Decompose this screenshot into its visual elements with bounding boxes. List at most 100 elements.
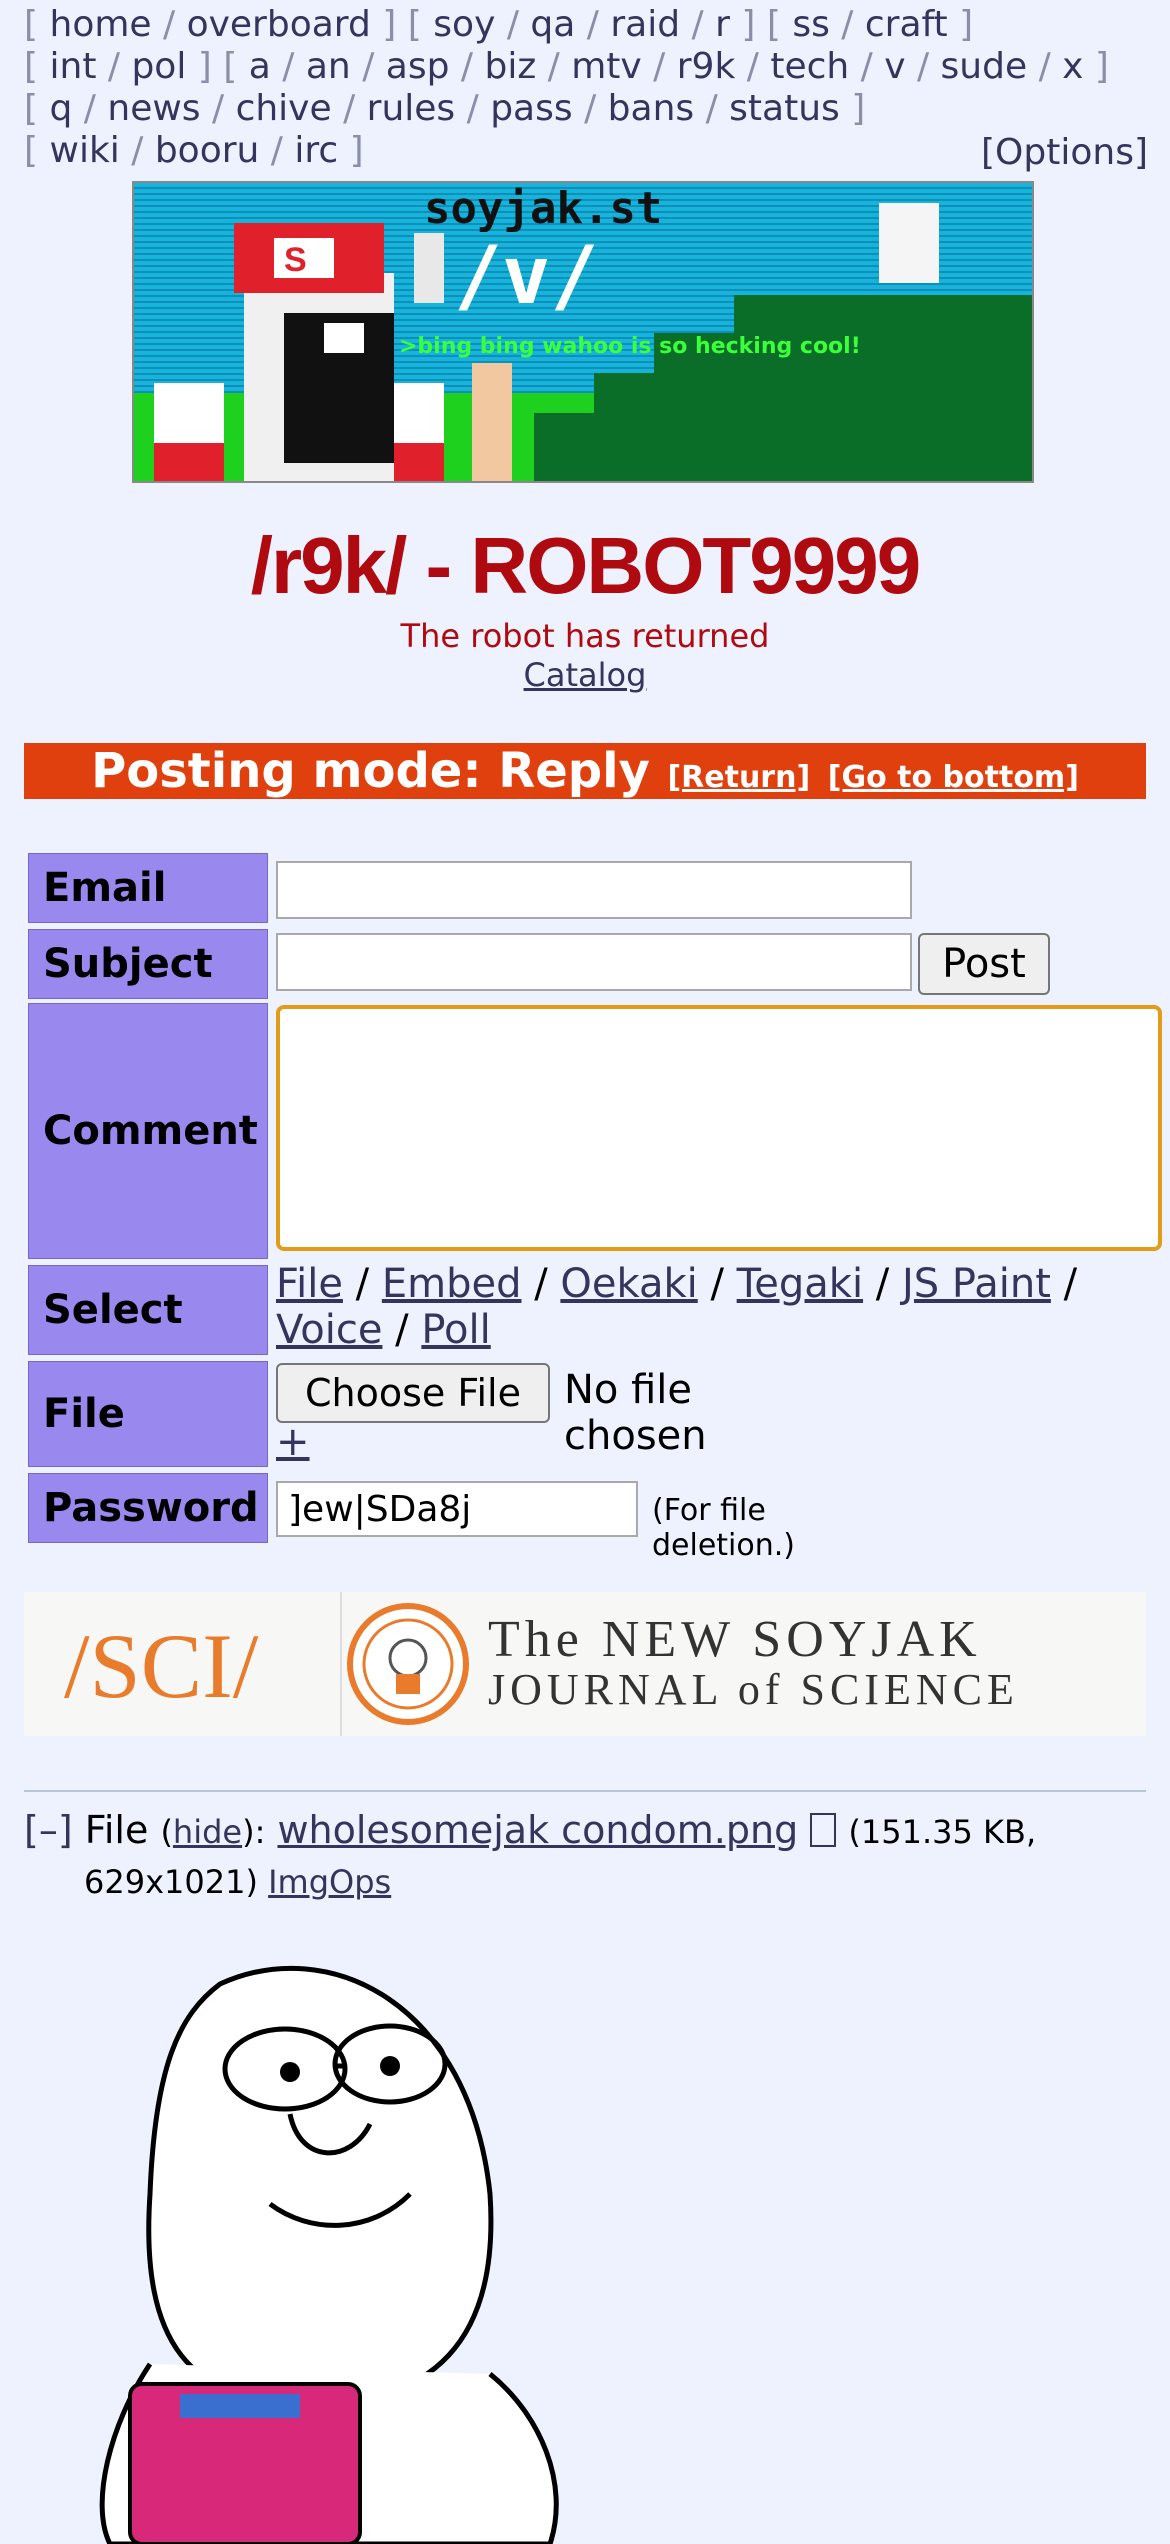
nav-bracket: [	[24, 4, 50, 45]
file-size: 151.35 KB,	[860, 1813, 1037, 1851]
imgops-link[interactable]: ImgOps	[268, 1863, 391, 1901]
nav-separator: /	[829, 4, 865, 45]
nav-separator: /	[495, 4, 531, 45]
nav-group: [ home / overboard ]	[24, 4, 396, 45]
nav-link-home[interactable]: home	[50, 4, 152, 45]
nav-link-r9k[interactable]: r9k	[677, 46, 736, 87]
collapse-post-button[interactable]: [–]	[24, 1808, 73, 1852]
catalog-link[interactable]: Catalog	[524, 656, 647, 694]
nav-link-status[interactable]: status	[729, 88, 840, 129]
nav-link-x[interactable]: x	[1062, 46, 1083, 87]
select-voice-link[interactable]: Voice	[276, 1307, 382, 1353]
file-name-link[interactable]: wholesomejak condom.png	[277, 1808, 798, 1852]
nav-link-an[interactable]: an	[306, 46, 351, 87]
post-button[interactable]: Post	[918, 933, 1050, 995]
go-to-bottom-link[interactable]: [Go to bottom]	[828, 760, 1079, 795]
subject-field[interactable]	[276, 933, 912, 991]
password-field[interactable]	[276, 1481, 638, 1537]
post-file-info: [–] File (hide): wholesomejak condom.png…	[24, 1808, 1037, 1901]
nav-link-overboard[interactable]: overboard	[187, 4, 371, 45]
nav-link-bans[interactable]: bans	[608, 88, 694, 129]
nav-link-news[interactable]: news	[107, 88, 200, 129]
nav-link-booru[interactable]: booru	[155, 130, 260, 171]
posting-mode-bar: Posting mode: Reply [Return] [Go to bott…	[24, 743, 1146, 799]
select-jspaint-link[interactable]: JS Paint	[902, 1261, 1051, 1307]
nav-group: [ ss / craft ]	[767, 4, 973, 45]
nav-bracket: [	[24, 46, 50, 87]
nav-link-chive[interactable]: chive	[236, 88, 332, 129]
nav-bracket: [	[24, 88, 50, 129]
nav-bracket: [	[766, 4, 793, 45]
ad-line1: The NEW SOYJAK	[488, 1611, 982, 1668]
board-title: /r9k/ - ROBOT9999	[250, 521, 922, 610]
select-label: Select	[28, 1265, 268, 1355]
nav-separator: /	[455, 88, 491, 129]
nav-group: [ soy / qa / raid / r ]	[408, 4, 756, 45]
nav-link-r[interactable]: r	[715, 4, 730, 45]
hide-file-link[interactable]: hide	[173, 1813, 242, 1851]
nav-bracket: ]	[1083, 46, 1109, 87]
nav-link-pol[interactable]: pol	[131, 46, 186, 87]
nav-separator: /	[72, 88, 108, 129]
select-embed-link[interactable]: Embed	[382, 1261, 522, 1307]
select-oekaki-link[interactable]: Oekaki	[560, 1261, 697, 1307]
nav-link-qa[interactable]: qa	[530, 4, 575, 45]
nav-separator: /	[259, 130, 295, 171]
comment-textarea[interactable]	[276, 1005, 1162, 1251]
banner-board-name: /v/	[454, 229, 599, 322]
nav-link-soy[interactable]: soy	[433, 4, 495, 45]
post-image-thumbnail[interactable]	[70, 1944, 590, 2544]
board-subtitle: The robot has returned	[400, 617, 770, 655]
banner-site-name: soyjak.st	[424, 183, 662, 234]
nav-link-int[interactable]: int	[50, 46, 97, 87]
nav-group: [ a / an / asp / biz / mtv / r9k / tech …	[223, 46, 1109, 87]
add-file-link[interactable]: +	[276, 1419, 310, 1465]
nav-link-wiki[interactable]: wiki	[50, 130, 120, 171]
nav-separator: /	[350, 46, 386, 87]
nav-separator: /	[572, 88, 608, 129]
nav-separator: /	[331, 88, 367, 129]
file-label: File	[28, 1361, 268, 1467]
download-icon[interactable]	[810, 1813, 837, 1847]
nav-link-sude[interactable]: sude	[941, 46, 1028, 87]
nav-link-asp[interactable]: asp	[386, 46, 450, 87]
nav-link-ss[interactable]: ss	[792, 4, 830, 45]
nav-bracket: [	[24, 130, 50, 171]
nav-bracket: ]	[729, 4, 756, 45]
banner-image: S soyjak.st /v/ >bing bing wahoo is so h…	[134, 183, 1032, 481]
nav-link-a[interactable]: a	[249, 46, 271, 87]
nav-link-tech[interactable]: tech	[770, 46, 849, 87]
nav-bracket: ]	[186, 46, 212, 87]
nav-link-mtv[interactable]: mtv	[571, 46, 642, 87]
choose-file-button[interactable]: Choose File	[276, 1363, 550, 1423]
ad-line2: JOURNAL of SCIENCE	[488, 1665, 1019, 1714]
ad-divider	[340, 1592, 342, 1736]
subject-label: Subject	[28, 929, 268, 999]
nav-separator: /	[270, 46, 306, 87]
nav-link-biz[interactable]: biz	[484, 46, 536, 87]
nav-group: [ wiki / booru / irc ]	[24, 130, 364, 171]
nav-link-raid[interactable]: raid	[610, 4, 680, 45]
select-poll-link[interactable]: Poll	[421, 1307, 490, 1353]
options-link[interactable]: [Options]	[981, 132, 1148, 173]
select-tegaki-link[interactable]: Tegaki	[737, 1261, 863, 1307]
nav-link-craft[interactable]: craft	[865, 4, 948, 45]
nav-link-irc[interactable]: irc	[294, 130, 338, 171]
select-file-link[interactable]: File	[276, 1261, 343, 1307]
sci-journal-ad[interactable]: /SCI/ The NEW SOYJAK JOURNAL of SCIENCE	[24, 1592, 1146, 1736]
comment-label: Comment	[28, 1003, 268, 1259]
nav-bracket: ]	[947, 4, 974, 45]
board-banner[interactable]: S soyjak.st /v/ >bing bing wahoo is so h…	[132, 181, 1034, 483]
nav-link-rules[interactable]: rules	[367, 88, 456, 129]
email-field[interactable]	[276, 861, 912, 919]
nav-link-q[interactable]: q	[50, 88, 73, 129]
return-link[interactable]: [Return]	[667, 760, 810, 795]
nav-separator: /	[905, 46, 941, 87]
nav-link-pass[interactable]: pass	[490, 88, 572, 129]
nav-separator: /	[96, 46, 132, 87]
nav-link-v[interactable]: v	[884, 46, 905, 87]
nav-separator: /	[735, 46, 771, 87]
nav-separator: /	[1027, 46, 1063, 87]
nav-separator: /	[849, 46, 885, 87]
nav-separator: /	[694, 88, 730, 129]
